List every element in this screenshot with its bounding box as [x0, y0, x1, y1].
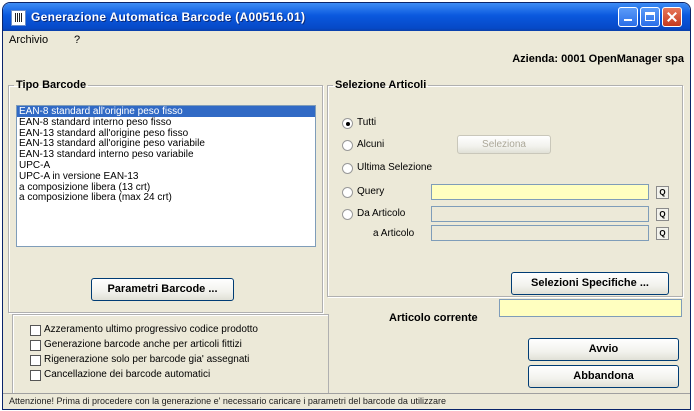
radio-button[interactable] — [342, 209, 353, 220]
close-button[interactable] — [662, 7, 682, 27]
selezione-articoli-group: Selezione Articoli Tutti Alcuni Selezion… — [327, 79, 683, 297]
seleziona-button[interactable]: Seleziona — [457, 135, 551, 154]
radio-label: Tutti — [357, 117, 377, 128]
menu-archivio[interactable]: Archivio — [9, 34, 48, 46]
list-item[interactable]: EAN-13 standard interno peso variabile — [17, 149, 315, 160]
radio-button[interactable] — [342, 187, 353, 198]
main-window: Generazione Automatica Barcode (A00516.0… — [3, 3, 690, 409]
radio-label: Query — [357, 186, 385, 197]
radio-label: Ultima Selezione — [357, 162, 433, 173]
articolo-corrente-field — [499, 299, 682, 317]
window-title: Generazione Automatica Barcode (A00516.0… — [31, 10, 306, 24]
list-item[interactable]: EAN-8 standard interno peso fisso — [17, 117, 315, 128]
barcode-type-list[interactable]: EAN-8 standard all'origine peso fisso EA… — [16, 105, 316, 247]
checkbox-label: Cancellazione dei barcode automatici — [44, 369, 211, 380]
status-bar: Attenzione! Prima di procedere con la ge… — [3, 393, 690, 409]
selezioni-specifiche-button[interactable]: Selezioni Specifiche ... — [511, 272, 669, 295]
query-input[interactable] — [431, 184, 649, 200]
list-item[interactable]: UPC-A — [17, 160, 315, 171]
tipo-barcode-group: Tipo Barcode EAN-8 standard all'origine … — [8, 79, 323, 313]
radio-button[interactable] — [342, 163, 353, 174]
list-item[interactable]: a composizione libera (max 24 crt) — [17, 192, 315, 203]
radio-button[interactable] — [342, 140, 353, 151]
list-item[interactable]: a composizione libera (13 crt) — [17, 182, 315, 193]
da-articolo-input[interactable] — [431, 206, 649, 222]
maximize-button[interactable] — [640, 7, 660, 27]
checkbox-label: Rigenerazione solo per barcode gia' asse… — [44, 354, 250, 365]
radio-label: Alcuni — [357, 139, 385, 150]
checkbox[interactable] — [30, 340, 41, 351]
selezione-articoli-legend: Selezione Articoli — [335, 79, 427, 91]
checkbox-label: Azzeramento ultimo progressivo codice pr… — [44, 324, 258, 335]
title-bar[interactable]: Generazione Automatica Barcode (A00516.0… — [3, 3, 690, 31]
minimize-button[interactable] — [618, 7, 638, 27]
checkbox-label: Generazione barcode anche per articoli f… — [44, 339, 242, 350]
avvio-button[interactable]: Avvio — [528, 338, 679, 361]
search-icon[interactable]: Q — [656, 186, 669, 199]
checkbox[interactable] — [30, 355, 41, 366]
search-icon[interactable]: Q — [656, 227, 669, 240]
list-item[interactable]: UPC-A in versione EAN-13 — [17, 171, 315, 182]
checkbox[interactable] — [30, 370, 41, 381]
status-message: Attenzione! Prima di procedere con la ge… — [9, 396, 446, 406]
articolo-corrente-label: Articolo corrente — [389, 312, 478, 324]
menu-bar: Archivio ? — [3, 31, 690, 51]
list-item[interactable]: EAN-13 standard all'origine peso fisso — [17, 128, 315, 139]
barcode-app-icon — [11, 10, 26, 26]
a-articolo-input[interactable] — [431, 225, 649, 241]
menu-help[interactable]: ? — [74, 34, 80, 46]
radio-button[interactable] — [342, 118, 353, 129]
azienda-label: Azienda: 0001 OpenManager spa — [512, 53, 684, 65]
a-articolo-label: a Articolo — [373, 228, 415, 239]
checkbox[interactable] — [30, 325, 41, 336]
list-item[interactable]: EAN-13 standard all'origine peso variabi… — [17, 138, 315, 149]
abbandona-button[interactable]: Abbandona — [528, 365, 679, 388]
search-icon[interactable]: Q — [656, 208, 669, 221]
list-item[interactable]: EAN-8 standard all'origine peso fisso — [17, 106, 315, 117]
radio-label: Da Articolo — [357, 208, 406, 219]
tipo-barcode-legend: Tipo Barcode — [16, 79, 87, 91]
parametri-barcode-button[interactable]: Parametri Barcode ... — [91, 278, 234, 301]
